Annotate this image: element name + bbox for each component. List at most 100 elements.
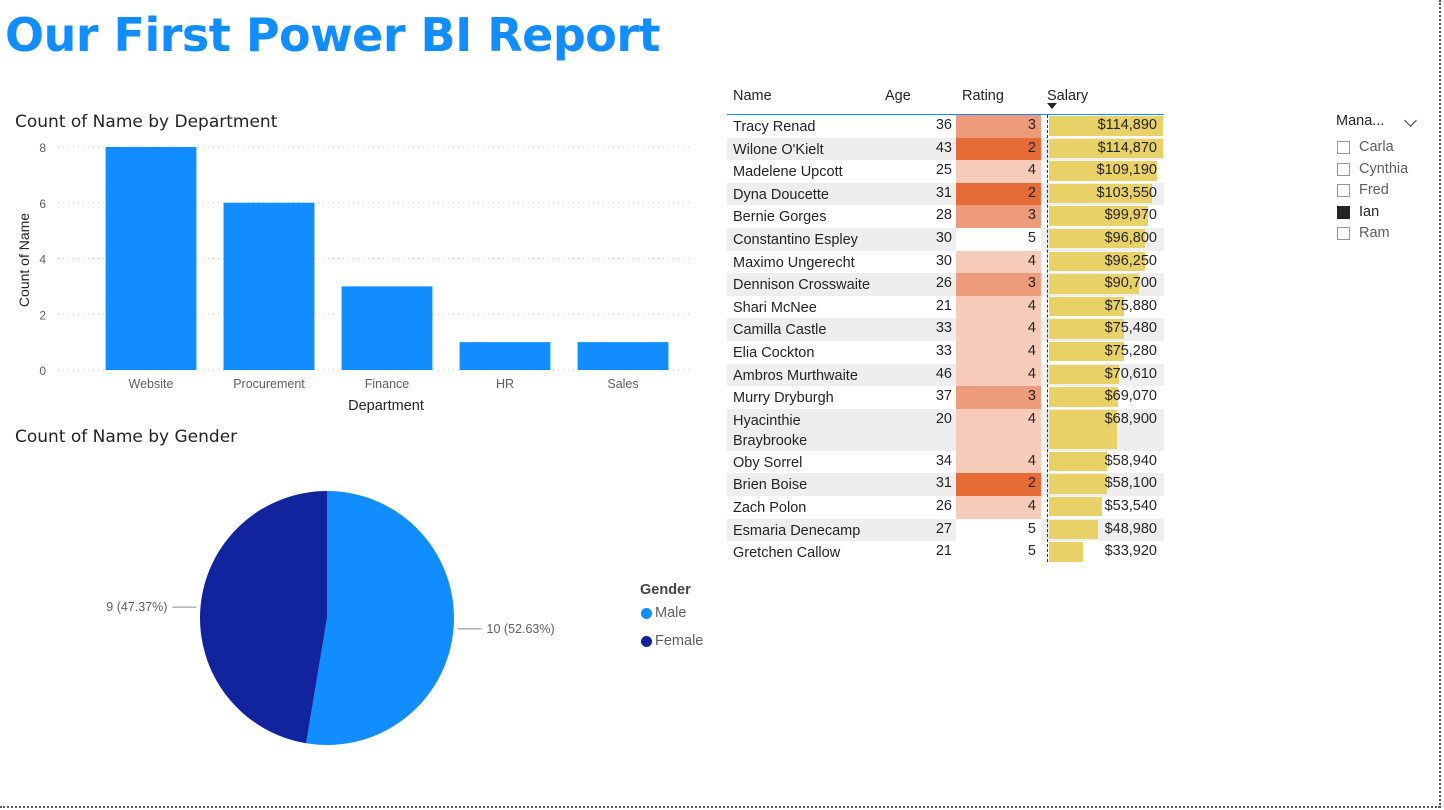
cell-name: Bernie Gorges — [733, 209, 827, 226]
cell-rating-value: 4 — [1027, 342, 1036, 359]
legend-item-female[interactable]: Female — [640, 632, 703, 660]
cell-name: Hyacinthie Braybrooke — [733, 412, 808, 449]
slicer-item-label: Ram — [1359, 225, 1390, 242]
cell-salary-value: $58,100 — [1104, 475, 1157, 492]
cell-salary: $96,250 — [1047, 251, 1163, 274]
cell-salary-value: $33,920 — [1104, 543, 1157, 560]
table-row[interactable]: Maximo Ungerecht 30 4 $96,250 — [727, 250, 1164, 274]
cell-rating: 2 — [956, 137, 1041, 161]
checkbox[interactable] — [1337, 205, 1350, 219]
slicer-item-ian[interactable]: Ian — [1336, 203, 1426, 225]
slicer-item-carla[interactable]: Carla — [1336, 138, 1426, 160]
cell-rating-value: 5 — [1027, 520, 1036, 537]
table-row[interactable]: Dyna Doucette 31 2 $103,550 — [727, 182, 1164, 206]
table-row[interactable]: Elia Cockton 33 4 $75,280 — [727, 340, 1164, 364]
cell-salary: $75,480 — [1047, 318, 1163, 341]
column-header-salary[interactable]: Salary — [1047, 88, 1088, 104]
data-label-male: 10 (52.63%) — [487, 622, 555, 636]
table-row[interactable]: Hyacinthie Braybrooke 20 4 $68,900 — [727, 408, 1164, 451]
cell-salary-value: $48,980 — [1104, 520, 1157, 537]
cell-salary: $53,540 — [1047, 496, 1163, 519]
table-row[interactable]: Bernie Gorges 28 3 $99,970 — [727, 205, 1164, 228]
slicer-item-ram[interactable]: Ram — [1336, 224, 1426, 246]
pie-chart[interactable]: 10 (52.63%) 9 (47.37%) — [0, 450, 630, 770]
cell-salary: $58,940 — [1047, 451, 1163, 474]
column-header-name[interactable]: Name — [733, 88, 772, 104]
table-row[interactable]: Madelene Upcott 25 4 $109,190 — [727, 160, 1164, 183]
table-row[interactable]: Ambros Murthwaite 46 4 $70,610 — [727, 363, 1164, 387]
checkbox[interactable] — [1337, 184, 1350, 198]
bar-procurement — [223, 202, 315, 370]
cell-rating: 4 — [956, 295, 1041, 319]
cell-salary: $70,610 — [1047, 364, 1163, 387]
slicer-items: Carla Cynthia Fred Ian Ram — [1336, 138, 1426, 246]
legend-item-male[interactable]: Male — [640, 604, 691, 632]
table-row[interactable]: Gretchen Callow 21 5 $33,920 — [727, 541, 1164, 564]
x-tick-label: Finance — [365, 377, 410, 391]
salary-data-bar — [1049, 496, 1103, 517]
salary-bar-axis — [1047, 115, 1048, 562]
checkbox[interactable] — [1337, 141, 1350, 154]
cell-salary: $75,280 — [1047, 341, 1163, 364]
cell-rating: 3 — [956, 205, 1041, 228]
table-header: Name Age Rating Salary — [727, 84, 1164, 115]
cell-age: 30 — [935, 229, 952, 246]
cell-age: 31 — [935, 184, 952, 201]
column-header-age[interactable]: Age — [885, 88, 911, 104]
table-row[interactable]: Oby Sorrel 34 4 $58,940 — [727, 450, 1164, 474]
slicer-item-cynthia[interactable]: Cynthia — [1336, 160, 1426, 182]
cell-name: Gretchen Callow — [733, 545, 841, 562]
y-tick-label: 8 — [39, 141, 46, 155]
table-row[interactable]: Dennison Crosswaite 26 3 $90,700 — [727, 273, 1164, 296]
table-row[interactable]: Murry Dryburgh 37 3 $69,070 — [727, 386, 1164, 409]
cell-rating: 4 — [956, 363, 1041, 387]
slicer-title: Mana... — [1336, 113, 1385, 129]
cell-salary-value: $70,610 — [1104, 365, 1157, 382]
cell-rating-value: 4 — [1027, 252, 1036, 269]
table-row[interactable]: Shari McNee 21 4 $75,880 — [727, 295, 1164, 319]
cell-rating: 3 — [956, 273, 1041, 296]
cell-name: Esmaria Denecamp — [733, 522, 861, 539]
checkbox[interactable] — [1337, 227, 1350, 241]
bar-website — [105, 147, 197, 370]
slicer-item-fred[interactable]: Fred — [1336, 181, 1426, 203]
cell-rating: 4 — [956, 495, 1041, 519]
cell-age: 26 — [935, 275, 952, 292]
table-row[interactable]: Camilla Castle 33 4 $75,480 — [727, 318, 1164, 341]
cell-rating-value: 5 — [1027, 543, 1036, 560]
y-tick-label: 4 — [39, 253, 46, 267]
bar-chart[interactable]: 0 2 4 6 8 Website Procurement Finance HR Sales Dep… — [0, 130, 700, 420]
cell-salary-value: $75,280 — [1104, 342, 1157, 359]
cell-age: 25 — [935, 162, 952, 179]
employee-table[interactable]: Name Age Rating Salary Tracy Renad 36 3 $11… — [727, 84, 1164, 564]
cell-rating: 3 — [956, 115, 1041, 138]
cell-rating-value: 4 — [1027, 297, 1036, 314]
pie-chart-title: Count of Name by Gender — [15, 427, 238, 447]
cell-name: Elia Cockton — [733, 344, 815, 361]
manager-slicer[interactable]: Mana... Carla Cynthia Fred Ian Ram — [1336, 112, 1426, 246]
table-row[interactable]: Esmaria Denecamp 27 5 $48,980 — [727, 518, 1164, 542]
chevron-down-icon[interactable] — [1404, 114, 1417, 127]
cell-name: Oby Sorrel — [733, 454, 803, 471]
cell-rating: 4 — [956, 160, 1041, 183]
column-header-rating[interactable]: Rating — [962, 88, 1004, 104]
table-row[interactable]: Tracy Renad 36 3 $114,890 — [727, 115, 1164, 138]
slicer-header[interactable]: Mana... — [1336, 112, 1426, 138]
x-axis-label: Department — [348, 398, 424, 414]
cell-rating-value: 5 — [1027, 229, 1036, 246]
table-row[interactable]: Brien Boise 31 2 $58,100 — [727, 473, 1164, 496]
cell-salary: $33,920 — [1047, 541, 1163, 564]
data-label-female: 9 (47.37%) — [106, 600, 167, 614]
table-row[interactable]: Zach Polon 26 4 $53,540 — [727, 495, 1164, 519]
cell-name: Brien Boise — [733, 477, 808, 494]
table-row[interactable]: Wilone O'Kielt 43 2 $114,870 — [727, 137, 1164, 161]
table-row[interactable]: Constantino Espley 30 5 $96,800 — [727, 227, 1164, 251]
cell-age: 37 — [935, 388, 952, 405]
cell-rating-value: 3 — [1027, 207, 1036, 224]
cell-salary-value: $69,070 — [1104, 388, 1157, 405]
cell-salary: $68,900 — [1047, 409, 1163, 451]
cell-age: 26 — [935, 497, 952, 514]
cell-rating-value: 3 — [1027, 275, 1036, 292]
salary-data-bar — [1049, 519, 1098, 539]
checkbox[interactable] — [1337, 162, 1350, 176]
